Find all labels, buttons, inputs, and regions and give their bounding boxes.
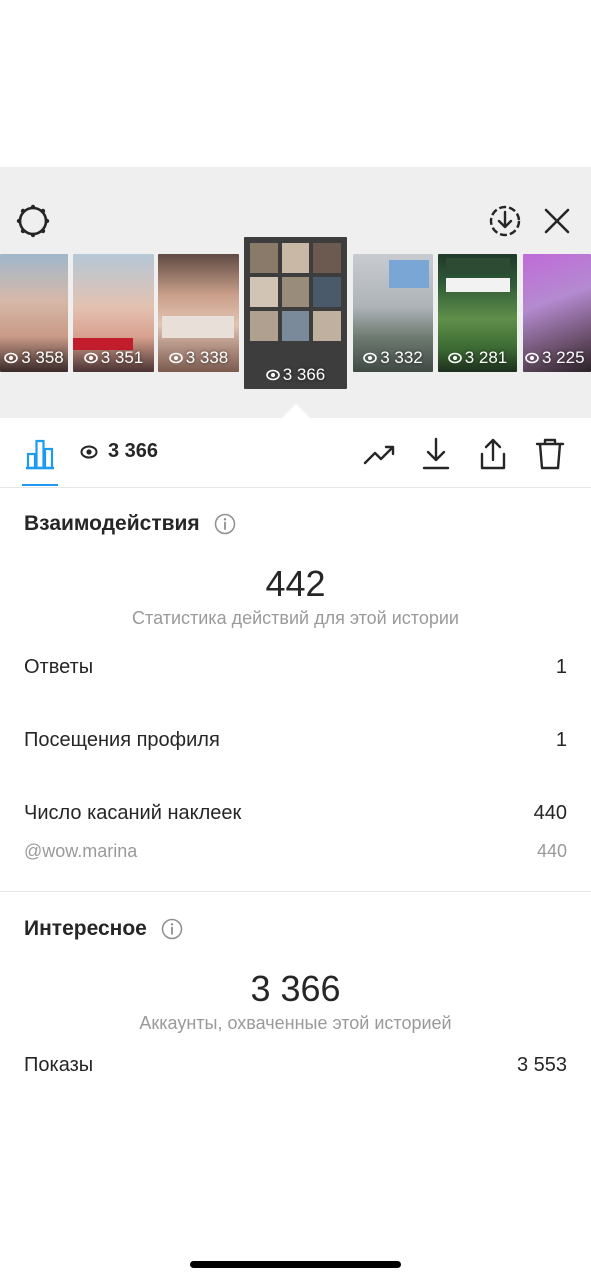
stat-value: 3 553 xyxy=(516,1054,567,1076)
stat-row-sticker-taps: Число касаний наклеек 440 xyxy=(24,802,567,825)
view-count-value: 3 366 xyxy=(108,440,159,462)
close-icon[interactable] xyxy=(538,202,576,240)
selected-story-pointer xyxy=(282,404,310,418)
download-circle-icon[interactable] xyxy=(486,202,524,240)
stat-row-impressions: Показы 3 553 xyxy=(24,1054,567,1077)
story-thumbnail[interactable]: 3 358 xyxy=(0,254,68,372)
info-icon[interactable] xyxy=(214,513,236,535)
home-indicator[interactable] xyxy=(190,1261,401,1268)
trend-icon[interactable] xyxy=(360,434,400,474)
photo-mosaic xyxy=(250,243,341,341)
thumbnail-view-count: 3 281 xyxy=(438,348,517,368)
bar-chart-icon[interactable] xyxy=(20,434,60,474)
mention-value: 440 xyxy=(536,841,567,861)
story-toolbar: 3 366 xyxy=(0,418,591,488)
section-divider xyxy=(0,891,591,892)
discovery-title: Интересное xyxy=(24,917,147,940)
interactions-title: Взаимодействия xyxy=(24,512,200,535)
top-blank-area xyxy=(0,0,591,167)
weather-widget xyxy=(389,260,429,288)
thumbnail-view-count: 3 366 xyxy=(244,365,347,385)
stat-label: Показы xyxy=(24,1054,94,1076)
eye-icon xyxy=(447,352,462,364)
question-sticker-body xyxy=(446,278,510,292)
eye-icon xyxy=(4,352,19,364)
settings-icon[interactable] xyxy=(14,202,52,240)
stat-value: 1 xyxy=(555,729,567,751)
trash-icon[interactable] xyxy=(530,434,570,474)
mention-label: @wow.marina xyxy=(24,841,138,861)
stat-label: Число касаний наклеек xyxy=(24,802,242,824)
info-icon[interactable] xyxy=(161,918,183,940)
stat-value: 1 xyxy=(555,656,567,678)
stat-row-profile-visits: Посещения профиля 1 xyxy=(24,729,567,752)
story-thumbnail-selected[interactable]: 3 366 xyxy=(244,237,347,389)
discovery-total: 3 366 xyxy=(250,968,341,1009)
text-overlay xyxy=(162,316,234,338)
thumbnail-view-count: 3 332 xyxy=(353,348,433,368)
discovery-section-title: Интересное xyxy=(24,917,183,941)
stat-value: 440 xyxy=(533,802,567,824)
discovery-caption: Аккаунты, охваченные этой историей xyxy=(139,1013,452,1033)
active-tab-indicator xyxy=(22,484,58,486)
download-icon[interactable] xyxy=(416,434,456,474)
stat-label: Посещения профиля xyxy=(24,729,220,751)
story-thumbnail[interactable]: 3 351 xyxy=(73,254,154,372)
stat-row-mention-sticker: @wow.marina 440 xyxy=(24,841,567,862)
eye-icon xyxy=(363,352,378,364)
interactions-total: 442 xyxy=(265,563,326,604)
question-sticker xyxy=(446,258,510,274)
thumbnail-view-count: 3 351 xyxy=(73,348,154,368)
eye-icon xyxy=(80,445,98,458)
total-views: 3 366 xyxy=(80,440,158,463)
thumbnail-view-count: 3 358 xyxy=(0,348,68,368)
share-icon[interactable] xyxy=(473,434,513,474)
story-thumbnail[interactable]: 3 281 xyxy=(438,254,517,372)
interactions-caption: Статистика действий для этой истории xyxy=(132,608,459,628)
story-thumbnail[interactable]: 3 225 xyxy=(523,254,591,372)
eye-icon xyxy=(525,352,539,364)
story-thumbnail[interactable]: 3 338 xyxy=(158,254,239,372)
stat-label: Ответы xyxy=(24,656,94,678)
eye-icon xyxy=(168,352,183,364)
interactions-section-title: Взаимодействия xyxy=(24,512,236,536)
eye-icon xyxy=(265,369,280,381)
thumbnail-view-count: 3 225 xyxy=(523,348,591,368)
thumbnail-view-count: 3 338 xyxy=(158,348,239,368)
eye-icon xyxy=(83,352,98,364)
stat-row-replies: Ответы 1 xyxy=(24,656,567,679)
story-thumbnail[interactable]: 3 332 xyxy=(353,254,433,372)
